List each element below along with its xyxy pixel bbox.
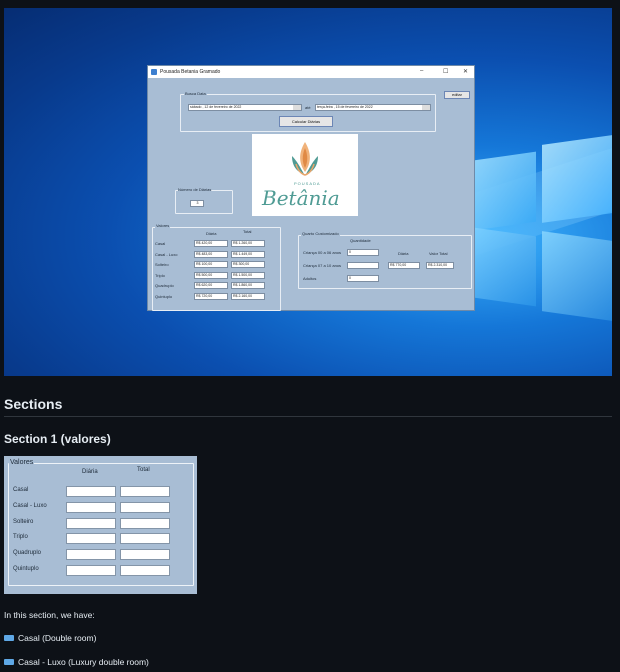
col-quantidade: Quantidade: [350, 238, 371, 243]
valores-diaria-field[interactable]: R$ 500,00: [194, 271, 228, 279]
desktop-screenshot: Pousada Betania Gramado – ☐ ✕ Busca Data…: [4, 8, 612, 376]
panel-total-field[interactable]: [120, 533, 170, 545]
panel-valores-label: Valores: [9, 459, 35, 466]
date-to-picker[interactable]: terça-feira , 15 de fevereiro de 2022: [315, 104, 431, 111]
quarto-row-label: Criança 07 a 10 anos: [303, 263, 342, 268]
panel-diaria-field[interactable]: [66, 517, 116, 529]
quarto-quantidade-field[interactable]: 0: [347, 275, 379, 282]
bed-icon: [4, 658, 14, 665]
valores-panel-image: Valores Diária Total Casal Casal - Luxo So…: [4, 456, 197, 594]
window-title: Pousada Betania Gramado: [160, 69, 221, 75]
close-button[interactable]: ✕: [463, 68, 468, 75]
quarto-valor-total-field[interactable]: R$ 2.310,00: [426, 262, 454, 269]
date-separator: até: [305, 105, 311, 110]
valores-diaria-field[interactable]: R$ 483,00: [194, 250, 228, 258]
valores-total-field[interactable]: R$ 1.500,00: [231, 271, 265, 279]
col-diaria-quarto: Diária: [398, 251, 409, 256]
valores-label: Valores: [155, 223, 171, 228]
quarto-quantidade-field[interactable]: 0: [347, 249, 379, 256]
maximize-button[interactable]: ☐: [443, 68, 448, 75]
heading-divider: [4, 416, 612, 417]
windows-logo-pane: [474, 227, 536, 307]
bed-icon: [4, 634, 14, 641]
section1-intro: In this section, we have:: [4, 610, 95, 620]
list-item-text: Casal - Luxo (Luxury double room): [18, 657, 149, 667]
panel-row-label: Triplo: [13, 534, 28, 541]
editar-button[interactable]: editar: [444, 91, 470, 99]
minimize-button[interactable]: –: [420, 68, 423, 74]
calendar-icon[interactable]: [422, 105, 430, 110]
panel-row-label: Quintuplo: [13, 566, 39, 572]
date-from-picker[interactable]: sábado , 12 de fevereiro de 2022: [188, 104, 302, 111]
panel-col-diaria: Diária: [82, 469, 98, 475]
valores-total-field[interactable]: R$ 300,00: [231, 261, 265, 269]
panel-diaria-field[interactable]: [66, 549, 116, 561]
panel-total-field[interactable]: [120, 549, 170, 561]
panel-total-field[interactable]: [120, 565, 170, 576]
sections-heading: Sections: [4, 396, 63, 412]
numero-diarias-field[interactable]: 3: [190, 200, 204, 207]
panel-diaria-field[interactable]: [66, 486, 116, 497]
pousada-betania-logo: POUSADA Betânia: [252, 134, 358, 216]
panel-row-label: Solteiro: [13, 518, 34, 525]
quarto-row-label: Adultos: [303, 276, 317, 281]
list-item: Casal (Double room): [4, 633, 96, 643]
panel-row-label: Casal: [13, 487, 29, 493]
quarto-diaria-field[interactable]: R$ 770,00: [388, 262, 420, 269]
windows-logo-pane: [542, 231, 612, 321]
panel-diaria-field[interactable]: [66, 501, 116, 513]
panel-row-label: Quadruplo: [13, 550, 42, 557]
col-valor-total: Valor Total: [429, 251, 448, 256]
valores-row-label: Triplo: [155, 272, 165, 278]
valores-row-label: Quintuplo: [155, 294, 173, 299]
valores-diaria-field[interactable]: R$ 620,00: [194, 282, 228, 290]
calendar-icon[interactable]: [293, 105, 301, 110]
valores-row-label: Casal - Luxo: [155, 251, 178, 257]
section1-heading: Section 1 (valores): [4, 432, 111, 446]
panel-diaria-field[interactable]: [66, 533, 116, 545]
title-bar: Pousada Betania Gramado – ☐ ✕: [148, 66, 474, 78]
col-total: Total: [243, 229, 252, 234]
valores-row-label: Solteiro: [155, 262, 169, 268]
list-item-text: Casal (Double room): [18, 633, 97, 643]
list-item: Casal - Luxo (Luxury double room): [4, 657, 149, 667]
panel-total-field[interactable]: [120, 486, 170, 497]
windows-logo-pane: [542, 135, 612, 223]
quarto-quantidade-field[interactable]: [347, 262, 379, 269]
valores-total-field[interactable]: R$ 2.160,00: [231, 293, 265, 300]
panel-row-label: Casal - Luxo: [13, 502, 47, 509]
quarto-customizado-label: Quarto Customizado: [301, 231, 340, 236]
col-diaria: Diária: [206, 231, 217, 236]
logo-name: Betânia: [262, 186, 340, 210]
busca-data-label: Busca Data: [184, 91, 207, 96]
valores-diaria-field[interactable]: R$ 420,00: [194, 240, 228, 247]
valores-row-label: Casal: [155, 241, 166, 246]
panel-diaria-field[interactable]: [66, 565, 116, 576]
valores-total-field[interactable]: R$ 1.449,00: [231, 250, 265, 258]
panel-total-field[interactable]: [120, 517, 170, 529]
calcular-diarias-button[interactable]: Calcular Diárias: [279, 116, 333, 127]
valores-diaria-field[interactable]: R$ 100,00: [194, 261, 228, 269]
panel-col-total: Total: [137, 467, 150, 473]
numero-diarias-group: [175, 190, 233, 214]
windows-logo-pane: [474, 151, 536, 231]
valores-diaria-field[interactable]: R$ 720,00: [194, 293, 228, 300]
quarto-row-label: Criança 00 a 06 anos: [303, 250, 342, 255]
numero-diarias-label: Número de Diárias: [178, 187, 212, 192]
app-window: Pousada Betania Gramado – ☐ ✕ Busca Data…: [147, 65, 475, 311]
app-icon: [151, 69, 157, 75]
panel-total-field[interactable]: [120, 501, 170, 513]
valores-row-label: Quadruplo: [155, 283, 174, 289]
valores-total-field[interactable]: R$ 1.260,00: [231, 240, 265, 247]
valores-total-field[interactable]: R$ 1.860,00: [231, 282, 265, 290]
